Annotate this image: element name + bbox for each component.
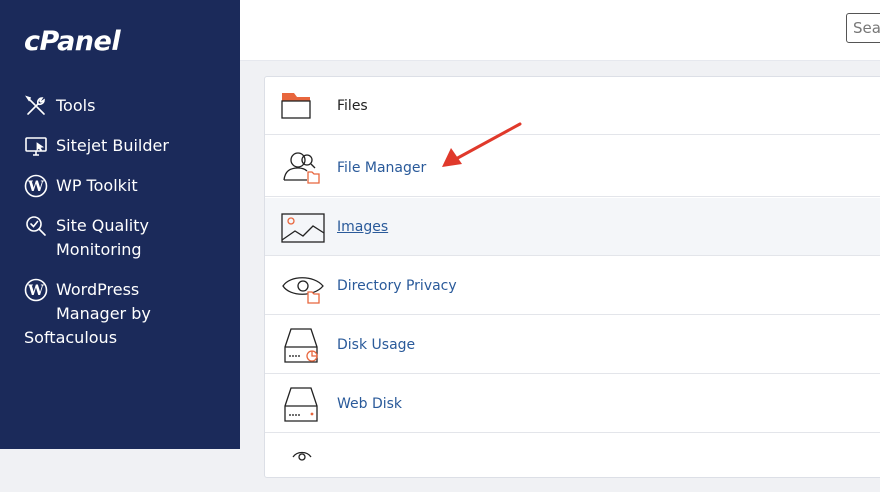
cpanel-logo[interactable]: cPanel [24, 26, 121, 57]
disk-usage-icon [284, 328, 318, 363]
files-panel: Files File Manager Images Directory Priv… [264, 76, 880, 478]
disk-usage-label: Disk Usage [337, 336, 416, 353]
sidebar-item-wp-toolkit[interactable]: W WP Toolkit [24, 174, 138, 198]
magnifier-check-icon [26, 216, 46, 236]
file-manager-link[interactable]: File Manager [265, 139, 880, 197]
monitor-icon [25, 137, 47, 156]
images-label: Images [337, 218, 389, 235]
top-bar [240, 0, 880, 61]
folder-icon [281, 93, 311, 119]
disk-usage-link[interactable]: Disk Usage [265, 316, 880, 374]
svg-text:W: W [27, 179, 44, 195]
files-section-header[interactable]: Files [265, 77, 880, 135]
sidebar-item-label: WordPress Manager by [56, 280, 151, 323]
file-manager-label: File Manager [337, 159, 427, 176]
directory-privacy-label: Directory Privacy [337, 277, 457, 294]
sidebar-item-site-quality-monitoring[interactable]: Site Quality Monitoring [24, 214, 149, 262]
sidebar-item-label-continued[interactable]: Softaculous [24, 326, 117, 350]
sidebar-item-wordpress-manager[interactable]: W WordPress Manager by [24, 278, 151, 326]
images-link[interactable]: Images [265, 198, 880, 256]
wordpress-icon: W [24, 278, 48, 302]
web-disk-icon [284, 387, 318, 422]
file-manager-icon [283, 152, 320, 184]
sidebar-item-label: Tools [56, 96, 96, 115]
sidebar-item-label: Site Quality Monitoring [56, 216, 149, 259]
partial-icon [292, 451, 312, 461]
files-section-title: Files [337, 97, 368, 114]
partial-row [265, 434, 880, 492]
svg-text:W: W [27, 283, 44, 299]
wordpress-icon: W [24, 174, 48, 198]
eye-folder-icon [282, 277, 324, 304]
web-disk-link[interactable]: Web Disk [265, 375, 880, 433]
directory-privacy-link[interactable]: Directory Privacy [265, 257, 880, 315]
tools-icon [25, 95, 45, 115]
images-icon [281, 213, 325, 243]
sidebar: cPanel Tools Sitejet Builder W WP Toolki… [0, 0, 240, 449]
sidebar-item-label: Sitejet Builder [56, 136, 169, 155]
sidebar-item-sitejet-builder[interactable]: Sitejet Builder [24, 134, 169, 158]
web-disk-label: Web Disk [337, 395, 403, 412]
sidebar-item-tools[interactable]: Tools [24, 94, 95, 118]
search-input[interactable] [846, 13, 880, 43]
sidebar-item-label: WP Toolkit [56, 176, 138, 195]
